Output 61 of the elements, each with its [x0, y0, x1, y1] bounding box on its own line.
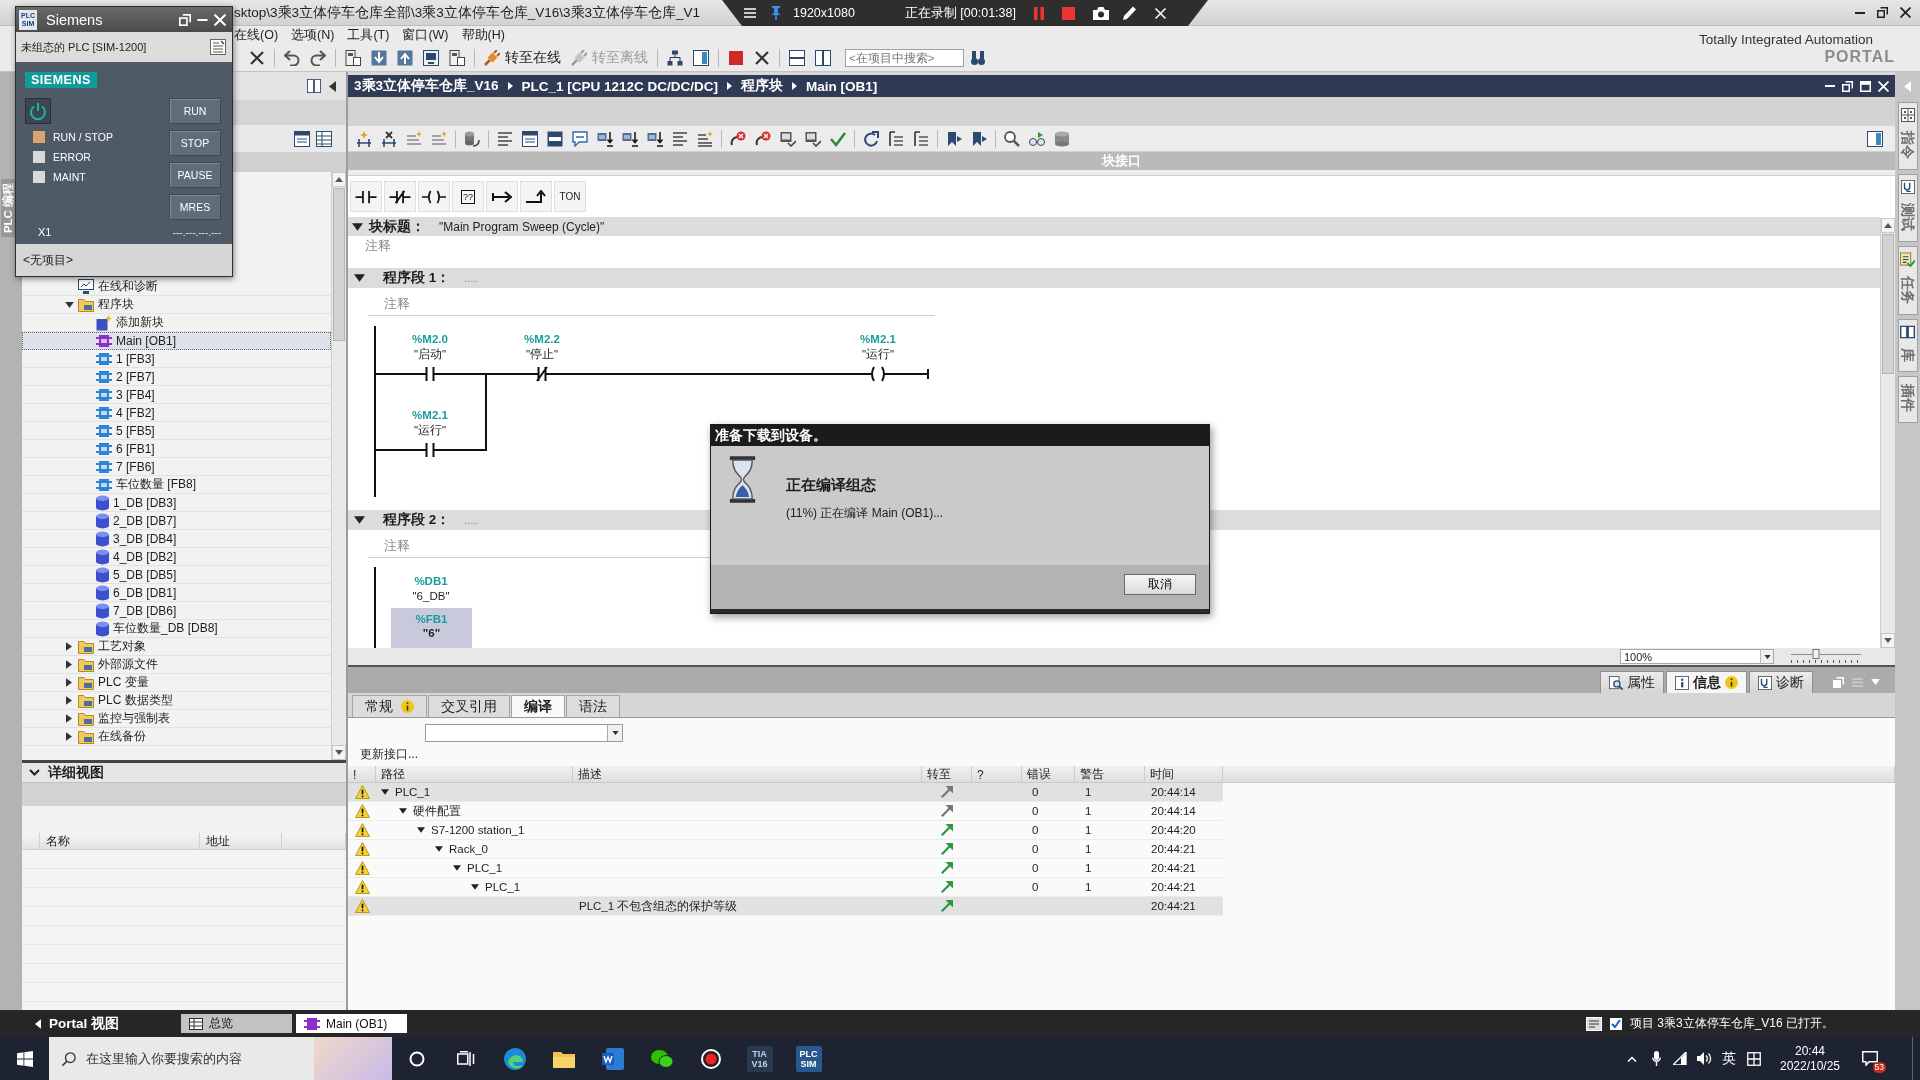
warning-count: 1 [1085, 805, 1092, 817]
device-name: 未组态的 PLC [SIM-1200] [21, 39, 147, 55]
brand-name: PORTAL [1824, 47, 1895, 66]
dialog-title: 准备下载到设备。 [715, 426, 827, 445]
tag-name: "6" [422, 627, 441, 639]
path-text: 硬件配置 [413, 803, 461, 819]
message-time: 20:44:20 [1151, 824, 1196, 836]
status-light-label: MAINT [53, 171, 86, 183]
message-time: 20:44:14 [1151, 805, 1196, 817]
brand-tagline: Totally Integrated Automation [1698, 31, 1873, 47]
error-count: 0 [1032, 881, 1039, 893]
warning-count: 1 [1085, 786, 1092, 798]
error-count: 0 [1032, 862, 1039, 874]
tag-address: %FB1 [415, 613, 448, 625]
details-view-title: 详细视图 [48, 763, 104, 782]
ip-address: ---.---.---.--- [172, 226, 221, 238]
tag-address: %M2.0 [412, 332, 448, 346]
error-count: 0 [1032, 786, 1039, 798]
message-time: 20:44:21 [1151, 843, 1196, 855]
warning-count: 1 [1085, 824, 1092, 836]
message-time: 20:44:14 [1151, 786, 1196, 798]
path-text: Rack_0 [449, 843, 488, 855]
tag-name: "运行" [413, 423, 447, 437]
path-text: PLC_1 [467, 862, 503, 874]
tag-name: "6_DB" [412, 589, 450, 603]
message-time: 20:44:21 [1151, 881, 1196, 893]
block-title-label: 块标题： [369, 217, 425, 236]
path-text: PLC_1 [395, 786, 431, 798]
message-time: 20:44:21 [1151, 862, 1196, 874]
warning-count: 1 [1085, 843, 1092, 855]
path-text: S7-1200 station_1 [431, 824, 525, 836]
tag-address: %M2.2 [524, 332, 560, 346]
tag-name: "运行" [861, 347, 895, 361]
status-light-label: RUN / STOP [53, 131, 113, 143]
status-light-label: ERROR [53, 151, 91, 163]
window-title: sktop\3乘3立体停车仓库全部\3乘3立体停车仓库_V16\3乘3立体停车仓库_V1 [234, 3, 701, 22]
status-message: 项目 3乘3立体停车仓库_V16 已打开。 [1629, 1015, 1834, 1032]
window-title: Siemens [46, 11, 103, 28]
recording-status: 正在录制 [00:01:38] [904, 4, 1016, 22]
tag-address: %M2.1 [412, 408, 448, 422]
tag-address: %DB1 [414, 574, 448, 588]
notification-count: 53 [1872, 1062, 1886, 1073]
tag-address: %M2.1 [860, 332, 896, 346]
error-count: 0 [1032, 824, 1039, 836]
recording-resolution: 1920x1080 [793, 6, 855, 20]
message-time: 20:44:21 [1151, 900, 1196, 912]
path-text: PLC_1 [485, 881, 521, 893]
message-text: PLC_1 不包含组态的保护等级 [579, 898, 738, 914]
tag-name: "停止" [525, 347, 559, 361]
tag-name: "启动" [413, 347, 447, 361]
warning-count: 1 [1085, 881, 1092, 893]
network-title: 程序段 1： [383, 269, 451, 287]
error-count: 0 [1032, 843, 1039, 855]
error-count: 0 [1032, 805, 1039, 817]
project-label: <无项目> [23, 251, 73, 269]
warning-count: 1 [1085, 862, 1092, 874]
network-title: 程序段 2： [383, 511, 451, 529]
dialog-heading: 正在编译组态 [786, 476, 876, 495]
progress-message: (11%) 正在编译 Main (OB1)... [786, 505, 944, 522]
brand-logo: SIEMENS [25, 72, 97, 88]
interface-label: X1 [38, 226, 52, 238]
